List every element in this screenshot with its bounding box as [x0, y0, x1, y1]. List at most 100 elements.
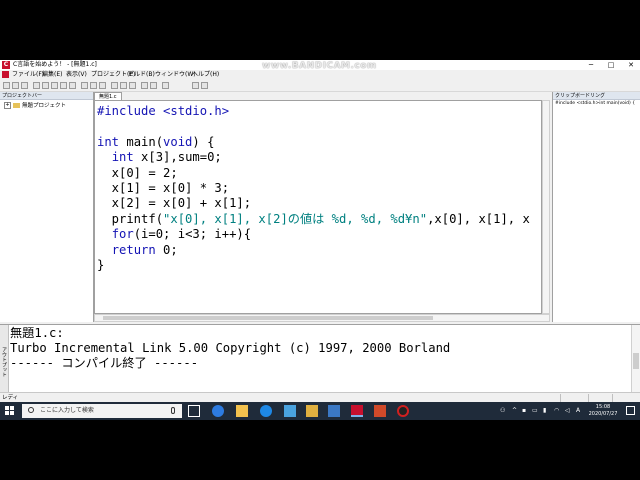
- output-side-label: アウトプット: [1, 347, 7, 377]
- code-line[interactable]: x[1] = x[0] * 3;: [97, 181, 229, 195]
- output-side-tab[interactable]: アウトプット: [0, 325, 9, 393]
- edge-icon[interactable]: [260, 405, 272, 417]
- tray-app-icon[interactable]: ▪: [522, 402, 526, 420]
- code-token: (i=0; i<3; i++){: [133, 227, 252, 242]
- battery-icon[interactable]: ▮: [543, 402, 546, 420]
- status-divider: [612, 394, 613, 402]
- new-file-icon[interactable]: [3, 82, 10, 89]
- expand-icon[interactable]: +: [4, 102, 11, 109]
- menu-build[interactable]: ビルド(B): [128, 70, 155, 80]
- menu-view[interactable]: 表示(V): [66, 70, 87, 80]
- notification-icon[interactable]: [626, 406, 635, 415]
- run-icon[interactable]: [129, 82, 136, 89]
- clipboard-ring: クリップボードリング #include <stdio.h>int main(vo…: [552, 92, 640, 322]
- ide-window: C C言語を始めよう！ - [無題1.c] ─ □ ✕ www.BANDICAM…: [0, 60, 640, 402]
- code-line[interactable]: for(i=0; i<3; i++){: [97, 227, 251, 241]
- menu-edit[interactable]: 編集(E): [42, 70, 62, 80]
- file-explorer-icon[interactable]: [306, 405, 318, 417]
- undo-icon[interactable]: [60, 82, 67, 89]
- menu-help[interactable]: ヘルプ(H): [192, 70, 219, 80]
- code-line[interactable]: printf("x[0], x[1], x[2]の値は %d, %d, %d¥n…: [97, 212, 530, 226]
- clock-time: 15:08: [595, 404, 611, 410]
- copy-icon[interactable]: [42, 82, 49, 89]
- clipboard-entry[interactable]: #include <stdio.h>int main(void) {: [555, 101, 635, 107]
- code-line[interactable]: return 0;: [97, 243, 178, 257]
- code-token: 0;: [155, 242, 178, 257]
- edge-legacy-icon[interactable]: [212, 405, 224, 417]
- code-line[interactable]: int x[3],sum=0;: [97, 150, 222, 164]
- output-line: ------ コンパイル終了 ------: [10, 356, 199, 370]
- windows-start-icon[interactable]: [5, 406, 15, 416]
- bandicam-icon[interactable]: [397, 405, 409, 417]
- c-ide-taskbar-icon[interactable]: [351, 405, 363, 417]
- taskbar-search-box[interactable]: ここに入力して検索: [22, 404, 182, 418]
- code-line[interactable]: }: [97, 258, 104, 272]
- cut-icon[interactable]: [33, 82, 40, 89]
- step-icon[interactable]: [150, 82, 157, 89]
- close-button[interactable]: ✕: [624, 60, 638, 70]
- code-token: ,x[0], x[1], x: [427, 211, 530, 226]
- code-keyword: void: [163, 134, 193, 149]
- editor-vertical-scrollbar[interactable]: [542, 100, 550, 314]
- code-token: x[1] = x[0] * 3;: [97, 181, 230, 196]
- code-keyword: for: [111, 227, 134, 242]
- print-icon[interactable]: [192, 82, 199, 89]
- help-icon[interactable]: [162, 82, 169, 89]
- redo-icon[interactable]: [69, 82, 76, 89]
- code-token: }: [97, 258, 105, 273]
- show-hidden-icons[interactable]: ^: [512, 402, 517, 420]
- store-icon[interactable]: [236, 405, 248, 417]
- window-title: C言語を始めよう！ - [無題1.c]: [13, 61, 97, 68]
- replace-icon[interactable]: [99, 82, 106, 89]
- editor-horizontal-scrollbar[interactable]: [94, 314, 550, 322]
- scroll-thumb[interactable]: [633, 353, 639, 369]
- status-bar: レディ: [0, 392, 640, 402]
- toolbar: [0, 80, 640, 92]
- save-icon[interactable]: [21, 82, 28, 89]
- compile-icon[interactable]: [111, 82, 118, 89]
- code-editor[interactable]: #include <stdio.h> int main(void) { int …: [94, 100, 542, 314]
- code-keyword: int: [97, 134, 120, 149]
- code-text[interactable]: #include <stdio.h> int main(void) { int …: [97, 104, 530, 273]
- settings-icon[interactable]: [201, 82, 208, 89]
- menu-file[interactable]: ファイル(F): [12, 70, 44, 80]
- taskbar-clock[interactable]: 15:08 2020/07/27: [584, 404, 622, 418]
- output-pane: アウトプット 無題1.c: Turbo Incremental Link 5.0…: [0, 324, 640, 393]
- microphone-icon[interactable]: [171, 407, 175, 414]
- paste-icon[interactable]: [51, 82, 58, 89]
- build-icon[interactable]: [120, 82, 127, 89]
- code-keyword: return: [111, 242, 156, 257]
- title-bar: C C言語を始めよう！ - [無題1.c] ─ □ ✕ www.BANDICAM…: [0, 60, 640, 71]
- code-line[interactable]: int main(void) {: [97, 135, 214, 149]
- minimize-button[interactable]: ─: [584, 60, 598, 70]
- code-token: main(: [119, 134, 164, 149]
- menu-window[interactable]: ウィンドウ(W): [155, 70, 196, 80]
- code-line[interactable]: x[0] = 2;: [97, 166, 178, 180]
- mail-icon[interactable]: [284, 405, 296, 417]
- code-token: x[2] = x[0] + x[1];: [97, 196, 252, 211]
- tree-item-label: 無題プロジェクト: [22, 103, 67, 109]
- find-next-icon[interactable]: [90, 82, 97, 89]
- stop-icon[interactable]: [141, 82, 148, 89]
- maximize-button[interactable]: □: [604, 60, 618, 70]
- status-divider: [560, 394, 561, 402]
- code-line[interactable]: x[2] = x[0] + x[1];: [97, 196, 251, 210]
- photos-icon[interactable]: [328, 405, 340, 417]
- tree-item-project[interactable]: + 無題プロジェクト: [4, 102, 66, 110]
- powerpoint-icon[interactable]: [374, 405, 386, 417]
- people-icon[interactable]: ⚇: [500, 402, 505, 420]
- scroll-thumb[interactable]: [103, 316, 433, 320]
- code-line[interactable]: #include <stdio.h>: [97, 104, 229, 118]
- task-view-icon[interactable]: [188, 405, 200, 417]
- status-divider: [588, 394, 589, 402]
- find-icon[interactable]: [81, 82, 88, 89]
- open-file-icon[interactable]: [12, 82, 19, 89]
- ime-indicator[interactable]: A: [576, 402, 580, 420]
- volume-icon[interactable]: ◁: [565, 402, 570, 420]
- document-icon: [2, 71, 9, 78]
- output-vertical-scrollbar[interactable]: [631, 325, 640, 393]
- network-icon[interactable]: ▭: [532, 402, 538, 420]
- wifi-icon[interactable]: ◠: [554, 402, 559, 420]
